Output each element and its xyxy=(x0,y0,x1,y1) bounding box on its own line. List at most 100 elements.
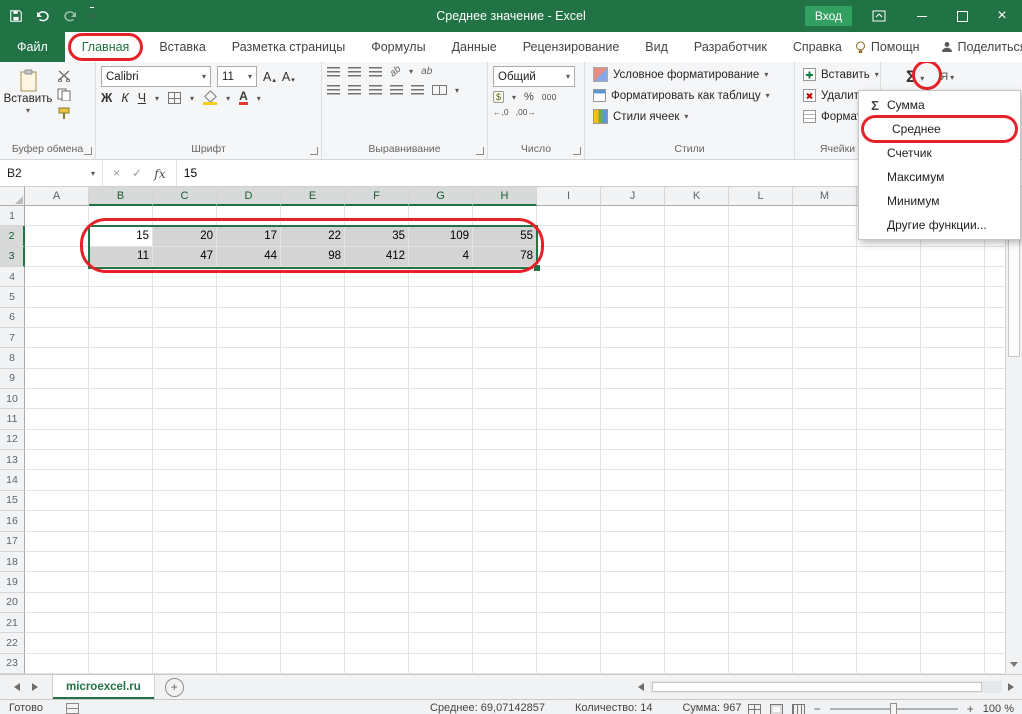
grid-cell[interactable] xyxy=(601,613,665,633)
ribbon-tab[interactable]: Формулы xyxy=(358,32,438,62)
ribbon-tab[interactable]: Главная xyxy=(68,33,144,61)
grid-cell[interactable] xyxy=(345,287,409,307)
row-header[interactable]: 20 xyxy=(0,593,25,613)
grid-cell[interactable] xyxy=(473,532,537,552)
grid-cell[interactable]: 17 xyxy=(217,226,281,246)
grid-cell[interactable] xyxy=(25,287,89,307)
grid-cell[interactable] xyxy=(409,654,473,674)
grid-cell[interactable] xyxy=(473,613,537,633)
autosum-menu-item[interactable]: Среднее xyxy=(864,118,1015,140)
row-header[interactable]: 23 xyxy=(0,654,25,674)
decrease-decimal-icon[interactable]: ,00→ xyxy=(516,107,536,117)
grid-cell[interactable] xyxy=(281,532,345,552)
row-header[interactable]: 3 xyxy=(0,247,25,267)
grid-cell[interactable] xyxy=(217,511,281,531)
row-header[interactable]: 21 xyxy=(0,613,25,633)
column-header[interactable]: A xyxy=(25,187,89,206)
minimize-button[interactable] xyxy=(902,0,942,32)
grid-cell[interactable] xyxy=(89,593,153,613)
grid-cell[interactable] xyxy=(665,552,729,572)
grid-cell[interactable]: 44 xyxy=(217,247,281,267)
grid-cell[interactable] xyxy=(153,267,217,287)
grid-cell[interactable] xyxy=(217,206,281,226)
grid-cell[interactable] xyxy=(473,593,537,613)
grid-cell[interactable] xyxy=(601,226,665,246)
ribbon-tab[interactable]: Разметка страницы xyxy=(219,32,358,62)
grid-cell[interactable] xyxy=(217,348,281,368)
grid-cell[interactable] xyxy=(921,654,985,674)
grid-cell[interactable] xyxy=(409,348,473,368)
grid-cell[interactable] xyxy=(153,348,217,368)
grid-cell[interactable] xyxy=(89,470,153,490)
autosum-menu-item[interactable]: Максимум xyxy=(859,165,1020,189)
grid-cell[interactable] xyxy=(793,593,857,613)
grid-cell[interactable] xyxy=(857,308,921,328)
grid-cell[interactable] xyxy=(729,450,793,470)
grid-cell[interactable] xyxy=(665,409,729,429)
grid-cell[interactable]: 109 xyxy=(409,226,473,246)
grid-cell[interactable] xyxy=(473,287,537,307)
grid-cell[interactable] xyxy=(25,369,89,389)
horizontal-scroll-thumb[interactable] xyxy=(652,682,982,692)
redo-icon[interactable] xyxy=(62,8,79,24)
grid-cell[interactable] xyxy=(409,470,473,490)
grid-cell[interactable] xyxy=(89,572,153,592)
ribbon-tab[interactable]: Вставка xyxy=(146,32,218,62)
grid-cell[interactable] xyxy=(89,348,153,368)
save-icon[interactable] xyxy=(9,8,23,24)
grid-cell[interactable] xyxy=(537,613,601,633)
column-header[interactable]: E xyxy=(281,187,345,206)
grid-cell[interactable] xyxy=(89,450,153,470)
grid-cell[interactable] xyxy=(665,247,729,267)
grid-cell[interactable] xyxy=(25,470,89,490)
grid-cell[interactable] xyxy=(793,389,857,409)
grid-cell[interactable] xyxy=(345,389,409,409)
ribbon-display-options-icon[interactable] xyxy=(866,7,892,25)
grid-cell[interactable] xyxy=(665,654,729,674)
borders-icon[interactable] xyxy=(168,92,181,104)
grid-cell[interactable] xyxy=(921,409,985,429)
grid-cell[interactable] xyxy=(793,532,857,552)
grid-cell[interactable] xyxy=(665,287,729,307)
grid-cell[interactable] xyxy=(217,593,281,613)
grid-cell[interactable] xyxy=(409,308,473,328)
grid-cell[interactable] xyxy=(281,552,345,572)
grid-cell[interactable] xyxy=(153,430,217,450)
grid-cell[interactable] xyxy=(793,369,857,389)
grid-cell[interactable] xyxy=(793,226,857,246)
underline-button[interactable]: Ч xyxy=(138,91,146,105)
grid-cell[interactable] xyxy=(153,593,217,613)
grid-cell[interactable] xyxy=(793,572,857,592)
grid-cell[interactable] xyxy=(729,654,793,674)
grid-cell[interactable] xyxy=(281,470,345,490)
grid-cell[interactable] xyxy=(25,552,89,572)
grid-cell[interactable] xyxy=(25,572,89,592)
grid-cell[interactable] xyxy=(473,430,537,450)
grid-cell[interactable] xyxy=(729,206,793,226)
row-header[interactable]: 22 xyxy=(0,633,25,653)
grid-cell[interactable] xyxy=(409,511,473,531)
grid-cell[interactable] xyxy=(217,430,281,450)
grid-cell[interactable] xyxy=(153,450,217,470)
grid-cell[interactable] xyxy=(729,552,793,572)
grid-cell[interactable] xyxy=(25,430,89,450)
select-all-button[interactable] xyxy=(0,187,25,206)
grid-cell[interactable] xyxy=(473,552,537,572)
copy-icon[interactable] xyxy=(57,88,71,101)
grid-cell[interactable] xyxy=(217,308,281,328)
grid-cell[interactable] xyxy=(921,633,985,653)
grid-cell[interactable] xyxy=(217,633,281,653)
assistant-button[interactable]: Помощн xyxy=(855,40,920,54)
grid-cell[interactable] xyxy=(473,450,537,470)
grid-cell[interactable] xyxy=(281,511,345,531)
grid-cell[interactable] xyxy=(153,532,217,552)
zoom-out-icon[interactable]: − xyxy=(814,702,821,714)
grid-cell[interactable] xyxy=(89,206,153,226)
grid-cell[interactable] xyxy=(89,532,153,552)
grid-cell[interactable] xyxy=(345,409,409,429)
grid-cell[interactable] xyxy=(793,267,857,287)
grid-cell[interactable] xyxy=(217,328,281,348)
grid-cell[interactable] xyxy=(473,389,537,409)
bold-button[interactable]: Ж xyxy=(101,91,112,105)
grid-cell[interactable] xyxy=(345,267,409,287)
